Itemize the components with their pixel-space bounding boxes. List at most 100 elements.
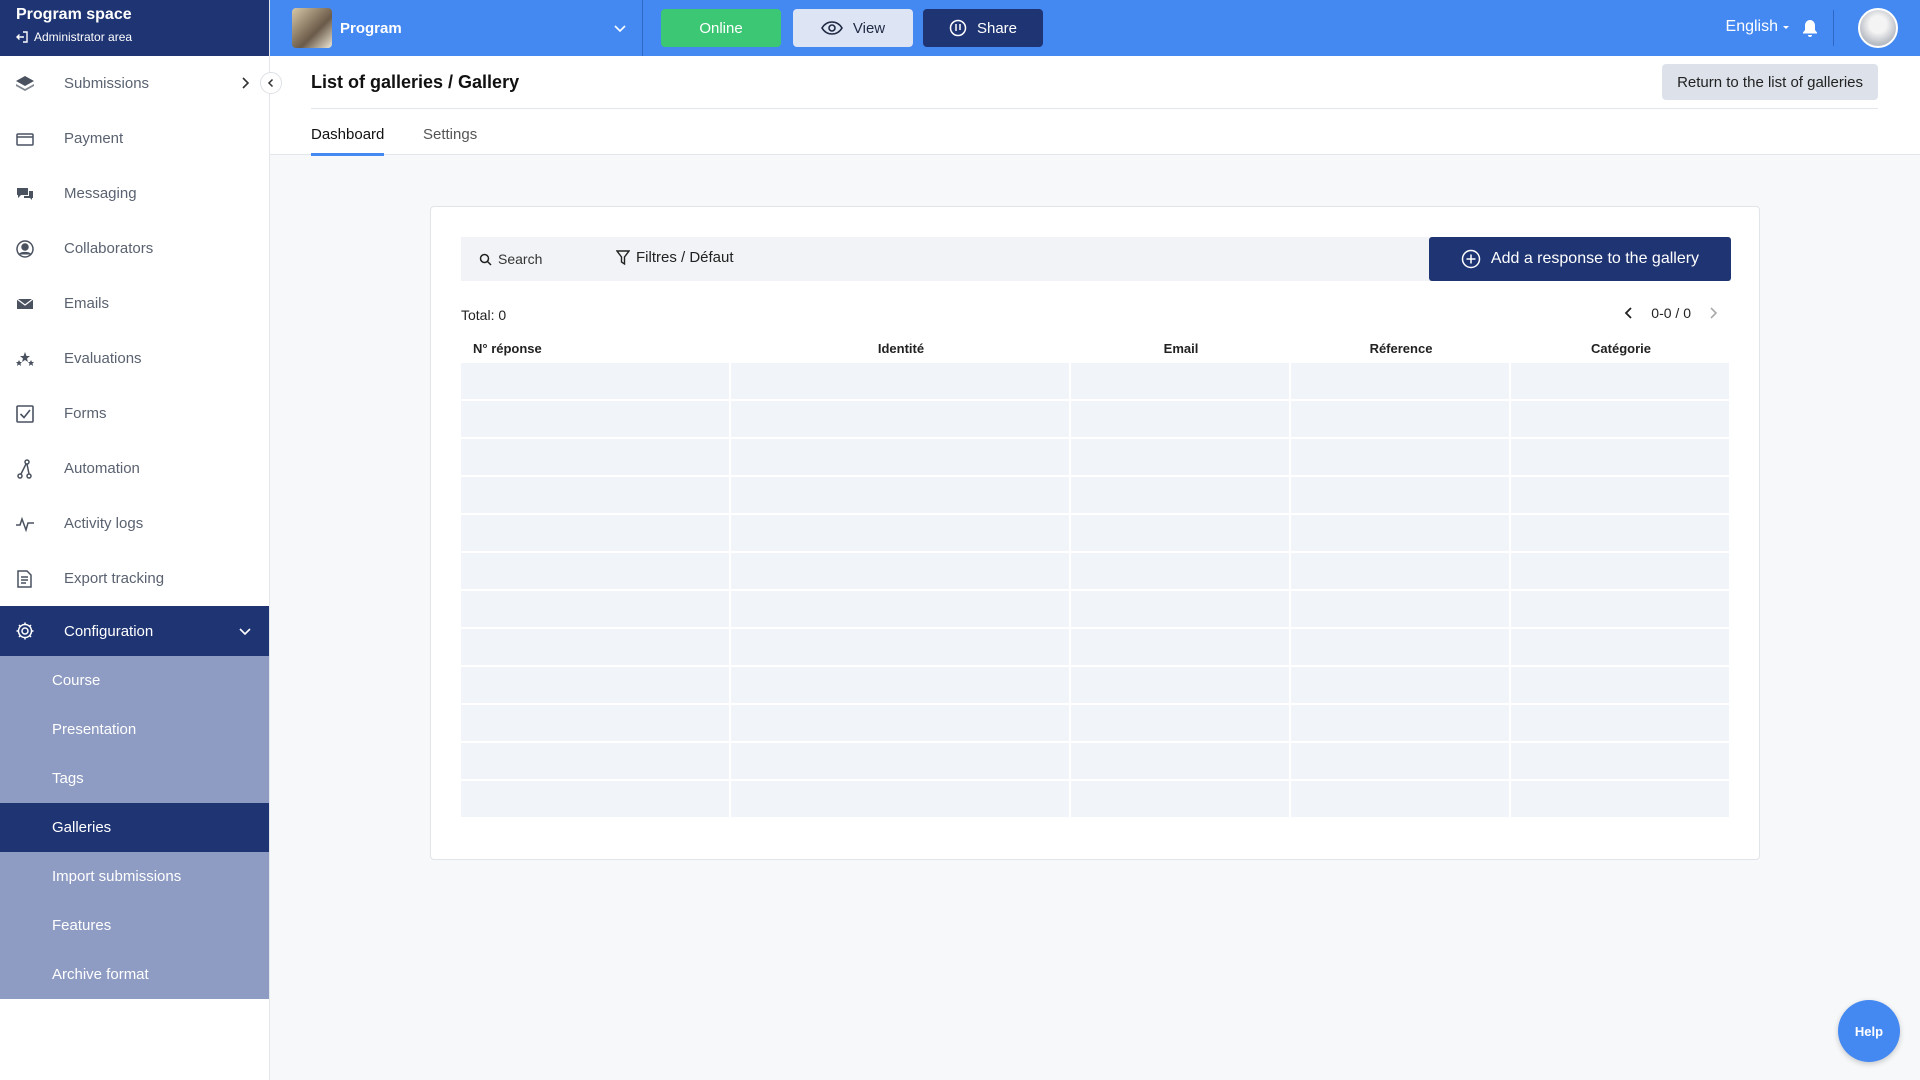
credit-card-icon	[14, 128, 36, 150]
chevron-left-icon[interactable]	[1623, 306, 1635, 320]
table-row	[461, 705, 1731, 743]
submenu-item-tags[interactable]: Tags	[0, 754, 269, 803]
table-cell	[731, 705, 1071, 743]
bell-icon[interactable]	[1800, 18, 1820, 38]
table-cell	[1071, 553, 1291, 591]
submenu-item-presentation[interactable]: Presentation	[0, 705, 269, 754]
sidebar-item-forms[interactable]: Forms	[0, 386, 269, 441]
table-cell	[461, 363, 731, 401]
admin-area-link[interactable]: Administrator area	[16, 30, 253, 44]
chevron-left-icon	[267, 78, 274, 88]
table-cell	[1071, 477, 1291, 515]
sidebar-item-emails[interactable]: Emails	[0, 276, 269, 331]
table-cell	[461, 439, 731, 477]
table-cell	[731, 553, 1071, 591]
table-cell	[461, 515, 731, 553]
search-label: Search	[498, 251, 543, 267]
language-selector[interactable]: English	[1726, 18, 1790, 36]
search-button[interactable]: Search	[479, 251, 542, 267]
table-cell	[1071, 591, 1291, 629]
collapse-sidebar-button[interactable]	[260, 72, 282, 94]
column-header-reference[interactable]: Réference	[1291, 341, 1511, 356]
sidebar-item-label: Evaluations	[64, 350, 142, 367]
space-title: Program space	[16, 6, 132, 23]
document-icon	[14, 568, 36, 590]
filter-label: Filtres / Défaut	[636, 249, 734, 266]
chat-icon	[14, 183, 36, 205]
table-cell	[1511, 553, 1731, 591]
sidebar-item-export-tracking[interactable]: Export tracking	[0, 551, 269, 606]
table-cell	[1291, 515, 1511, 553]
eye-icon	[820, 21, 843, 35]
sidebar-item-collaborators[interactable]: Collaborators	[0, 221, 269, 276]
sidebar-item-label: Payment	[64, 130, 124, 147]
column-header-email[interactable]: Email	[1071, 341, 1291, 356]
table-cell	[1511, 477, 1731, 515]
column-header-identity[interactable]: Identité	[731, 341, 1071, 356]
return-to-galleries-button[interactable]: Return to the list of galleries	[1662, 64, 1878, 100]
sidebar-item-evaluations[interactable]: Evaluations	[0, 331, 269, 386]
chevron-right-icon[interactable]	[1707, 306, 1719, 320]
sidebar-item-label: Export tracking	[64, 570, 165, 587]
view-label: View	[852, 19, 886, 37]
share-label: Share	[976, 19, 1018, 37]
submenu-item-features[interactable]: Features	[0, 901, 269, 950]
page-header: List of galleries / Gallery Return to th…	[270, 56, 1920, 156]
submenu-item-course[interactable]: Course	[0, 656, 269, 705]
table-cell	[461, 553, 731, 591]
table-cell	[1291, 477, 1511, 515]
table-cell	[461, 401, 731, 439]
checkbox-icon	[14, 403, 36, 425]
table-cell	[1071, 363, 1291, 401]
sidebar-item-payment[interactable]: Payment	[0, 111, 269, 166]
table-cell	[461, 629, 731, 667]
program-name: Program	[340, 19, 402, 37]
table-cell	[461, 743, 731, 781]
pulse-icon	[14, 513, 36, 535]
share-button[interactable]: Share	[923, 9, 1043, 47]
column-header-category[interactable]: Catégorie	[1511, 341, 1731, 356]
view-button[interactable]: View	[793, 9, 913, 47]
chevron-down-icon	[614, 25, 626, 33]
help-button[interactable]: Help	[1838, 1000, 1900, 1062]
sidebar-item-label: Messaging	[64, 185, 137, 202]
responses-table: N° réponse Identité Email Réference Caté…	[461, 333, 1731, 819]
online-status-button[interactable]: Online	[661, 9, 781, 47]
sidebar-item-label: Collaborators	[64, 240, 154, 257]
sidebar-item-activity-logs[interactable]: Activity logs	[0, 496, 269, 551]
sidebar-item-submissions[interactable]: Submissions	[0, 56, 269, 111]
filter-icon	[616, 249, 630, 265]
table-cell	[1511, 781, 1731, 819]
table-cell	[461, 667, 731, 705]
submenu-item-galleries[interactable]: Galleries	[0, 803, 269, 852]
filter-button[interactable]: Filtres / Défaut	[616, 249, 734, 266]
table-cell	[461, 781, 731, 819]
pagination: 0-0 / 0	[1623, 305, 1719, 321]
submenu-item-archive-format[interactable]: Archive format	[0, 950, 269, 999]
user-avatar[interactable]	[1858, 8, 1898, 48]
table-cell	[1071, 401, 1291, 439]
table-cell	[731, 401, 1071, 439]
table-cell	[1511, 591, 1731, 629]
column-header-response-number[interactable]: N° réponse	[461, 341, 731, 356]
sidebar-item-configuration[interactable]: Configuration	[0, 606, 269, 656]
topbar: Program Online View Share English	[270, 0, 1920, 56]
layers-icon	[14, 73, 36, 95]
table-cell	[731, 477, 1071, 515]
tab-settings[interactable]: Settings	[423, 126, 477, 153]
table-cell	[1291, 705, 1511, 743]
table-cell	[1511, 743, 1731, 781]
table-cell	[1511, 667, 1731, 705]
table-cell	[731, 515, 1071, 553]
table-row	[461, 591, 1731, 629]
tab-dashboard[interactable]: Dashboard	[311, 126, 385, 156]
add-response-label: Add a response to the gallery	[1490, 250, 1700, 267]
program-selector[interactable]: Program	[270, 0, 643, 56]
language-label: English	[1725, 18, 1778, 35]
sidebar-item-automation[interactable]: Automation	[0, 441, 269, 496]
sidebar-item-messaging[interactable]: Messaging	[0, 166, 269, 221]
gallery-responses-card: Search Filtres / Défaut Add a response t…	[430, 206, 1760, 860]
add-response-button[interactable]: Add a response to the gallery	[1429, 237, 1731, 281]
submenu-item-import-submissions[interactable]: Import submissions	[0, 852, 269, 901]
sidebar-item-label: Submissions	[64, 75, 150, 92]
